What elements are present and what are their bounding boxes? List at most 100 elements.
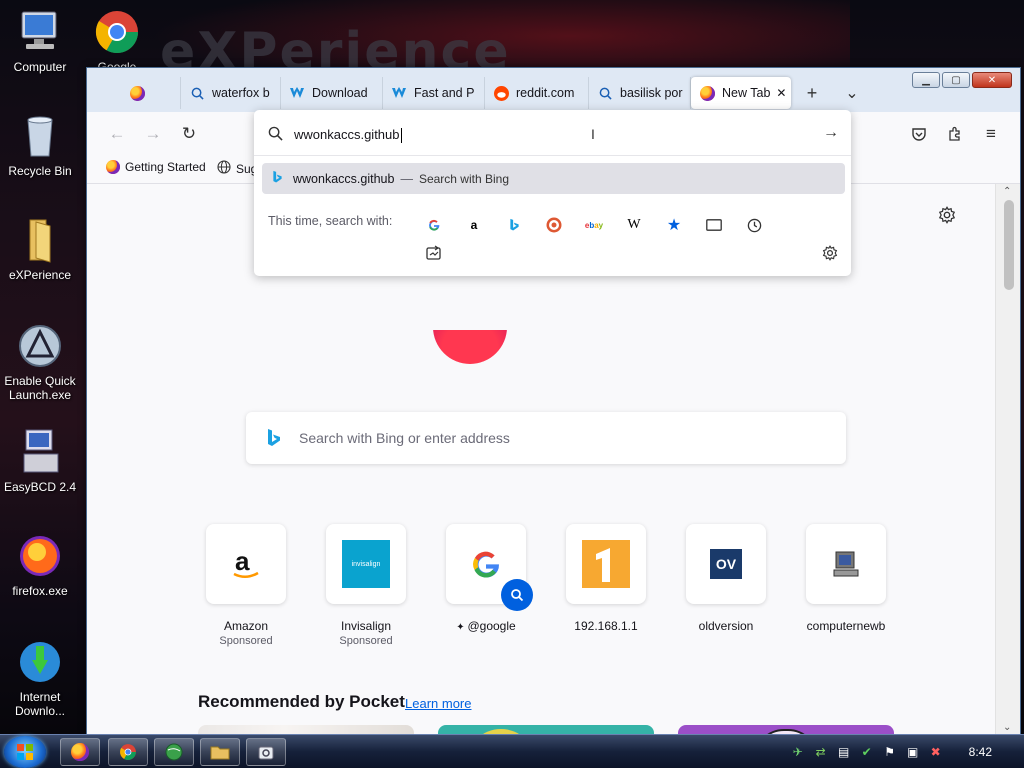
invisalign-logo: invisalign [326, 524, 406, 604]
extensions-icon[interactable] [943, 122, 967, 146]
taskbar-app-button[interactable] [246, 738, 286, 766]
scroll-up-icon[interactable]: ⌃ [1003, 186, 1011, 197]
shortcut-label: oldversion [698, 619, 754, 633]
volume-muted-icon[interactable]: ✖ [928, 744, 944, 760]
globe-icon [165, 743, 183, 761]
close-window-button[interactable]: ✕ [972, 72, 1012, 88]
tab-new-tab[interactable]: New Tab ✕ [691, 77, 791, 109]
sync-tray-icon[interactable]: ⇄ [813, 744, 829, 760]
desktop-icon-experience[interactable]: eXPerience [0, 216, 80, 282]
tab-firefox[interactable] [95, 77, 181, 109]
desktop-icon-internet-download[interactable]: Internet Downlo... [0, 638, 80, 718]
tab-basilisk[interactable]: basilisk por [589, 77, 691, 109]
tabs-icon[interactable] [704, 215, 724, 235]
url-input[interactable]: wwonkaccs.github I → [254, 110, 851, 156]
result-query: wwonkaccs.github [293, 171, 395, 186]
engine-ebay-icon[interactable]: ebay [584, 215, 604, 235]
chrome-icon [120, 744, 136, 760]
security-shield-icon[interactable]: ✔ [859, 744, 875, 760]
start-button[interactable] [4, 736, 46, 768]
app-menu-icon[interactable]: ≡ [979, 122, 1003, 146]
shortcut-label-wrapper: ✦ @google [426, 619, 546, 633]
shortcut-label: 192.168.1.1 [574, 619, 638, 633]
desktop-icon-label: eXPerience [8, 268, 72, 282]
engine-bing-icon[interactable] [504, 215, 524, 235]
newtab-search-box[interactable]: Search with Bing or enter address [246, 412, 846, 464]
desktop-icon-quick-launch[interactable]: Enable Quick Launch.exe [0, 322, 80, 402]
desktop-icon-recycle-bin[interactable]: Recycle Bin [0, 112, 80, 178]
one-off-search-label: This time, search with: [268, 214, 393, 228]
pocket-learn-more-link[interactable]: Learn more [405, 696, 471, 711]
scroll-down-icon[interactable]: ⌄ [1003, 722, 1011, 733]
tab-label: waterfox b [212, 86, 270, 100]
firefox-icon [699, 85, 715, 101]
computernewb-logo [806, 524, 886, 604]
pocket-section-title: Recommended by Pocket [198, 692, 405, 711]
go-arrow-button[interactable]: → [823, 124, 839, 142]
tab-reddit[interactable]: reddit.com [485, 77, 589, 109]
text-cursor-icon: I [591, 126, 595, 142]
shortcut-oldversion[interactable]: OV oldversion [686, 524, 766, 633]
bookmark-getting-started[interactable]: Getting Started [106, 160, 206, 174]
urlbar-dropdown: wwonkaccs.github I → wwonkaccs.github — … [254, 110, 851, 276]
folder-icon [210, 746, 230, 760]
engine-duckduckgo-icon[interactable] [544, 215, 564, 235]
desktop-icon-google[interactable]: Google [77, 8, 157, 74]
document-tray-icon[interactable]: ▤ [836, 744, 852, 760]
desktop-icon-computer[interactable]: Computer [0, 8, 80, 74]
shortcut-sponsored: Sponsored [219, 635, 273, 647]
tab-waterfox-search[interactable]: waterfox b [181, 77, 281, 109]
shortcut-google[interactable]: ✦ @google [446, 524, 533, 633]
close-tab-icon[interactable]: ✕ [776, 86, 786, 100]
pocket-icon[interactable] [907, 122, 931, 146]
shortcut-192-168-1-1[interactable]: 192.168.1.1 [566, 524, 646, 633]
taskbar-clock[interactable]: 8:42 [969, 745, 992, 759]
taskbar-explorer-button[interactable] [200, 738, 240, 766]
easybcd-icon [16, 428, 64, 476]
bookmarks-star-icon[interactable]: ★ [664, 215, 684, 235]
quick-actions-icon[interactable] [424, 243, 444, 263]
tab-fast-and[interactable]: Fast and P [383, 77, 485, 109]
shortcut-amazon[interactable]: a Amazon Sponsored [206, 524, 286, 647]
reload-button[interactable]: ↻ [177, 122, 201, 146]
network-tray-icon[interactable]: ✈ [790, 744, 806, 760]
search-icon [189, 85, 205, 101]
firefox-icon [16, 532, 64, 580]
maximize-button[interactable]: ▢ [942, 72, 970, 88]
search-settings-gear-icon[interactable] [820, 243, 840, 263]
firefox-icon [71, 743, 89, 761]
bing-icon [266, 428, 282, 451]
new-tab-button[interactable]: + [797, 78, 827, 108]
taskbar-globe-button[interactable] [154, 738, 194, 766]
oldversion-logo: OV [686, 524, 766, 604]
desktop-icon-easybcd[interactable]: EasyBCD 2.4 [0, 428, 80, 494]
desktop-icon-firefox[interactable]: firefox.exe [0, 532, 80, 598]
tab-download[interactable]: Download [281, 77, 383, 109]
bing-icon [272, 170, 283, 187]
engine-wikipedia-icon[interactable]: W [624, 215, 644, 235]
router-logo [566, 524, 646, 604]
bookmark-suggested[interactable]: Sug [217, 160, 257, 177]
list-all-tabs-button[interactable]: ⌄ [837, 78, 867, 108]
application-icon [258, 746, 274, 760]
result-separator: — [400, 171, 413, 186]
urlbar-result-row[interactable]: wwonkaccs.github — Search with Bing [262, 163, 845, 194]
tab-label: Download [312, 86, 368, 100]
display-tray-icon[interactable]: ▣ [905, 744, 921, 760]
engine-google-icon[interactable] [424, 215, 444, 235]
history-clock-icon[interactable] [744, 215, 764, 235]
scrollbar-thumb[interactable] [1004, 200, 1014, 290]
taskbar-firefox-button[interactable] [60, 738, 100, 766]
download-manager-icon [16, 638, 64, 686]
desktop-icon-label: Computer [13, 60, 67, 74]
forward-button[interactable]: → [141, 122, 165, 146]
search-shortcut-badge-icon [501, 579, 533, 611]
shortcut-invisalign[interactable]: invisalign Invisalign Sponsored [326, 524, 406, 647]
page-scrollbar[interactable]: ⌃ ⌄ [995, 184, 1020, 735]
personalize-gear-icon[interactable] [938, 206, 956, 227]
action-center-flag-icon[interactable]: ⚑ [882, 744, 898, 760]
engine-amazon-icon[interactable]: a [464, 215, 484, 235]
taskbar-chrome-button[interactable] [108, 738, 148, 766]
back-button[interactable]: ← [105, 122, 129, 146]
shortcut-computernewb[interactable]: computernewb [806, 524, 886, 633]
